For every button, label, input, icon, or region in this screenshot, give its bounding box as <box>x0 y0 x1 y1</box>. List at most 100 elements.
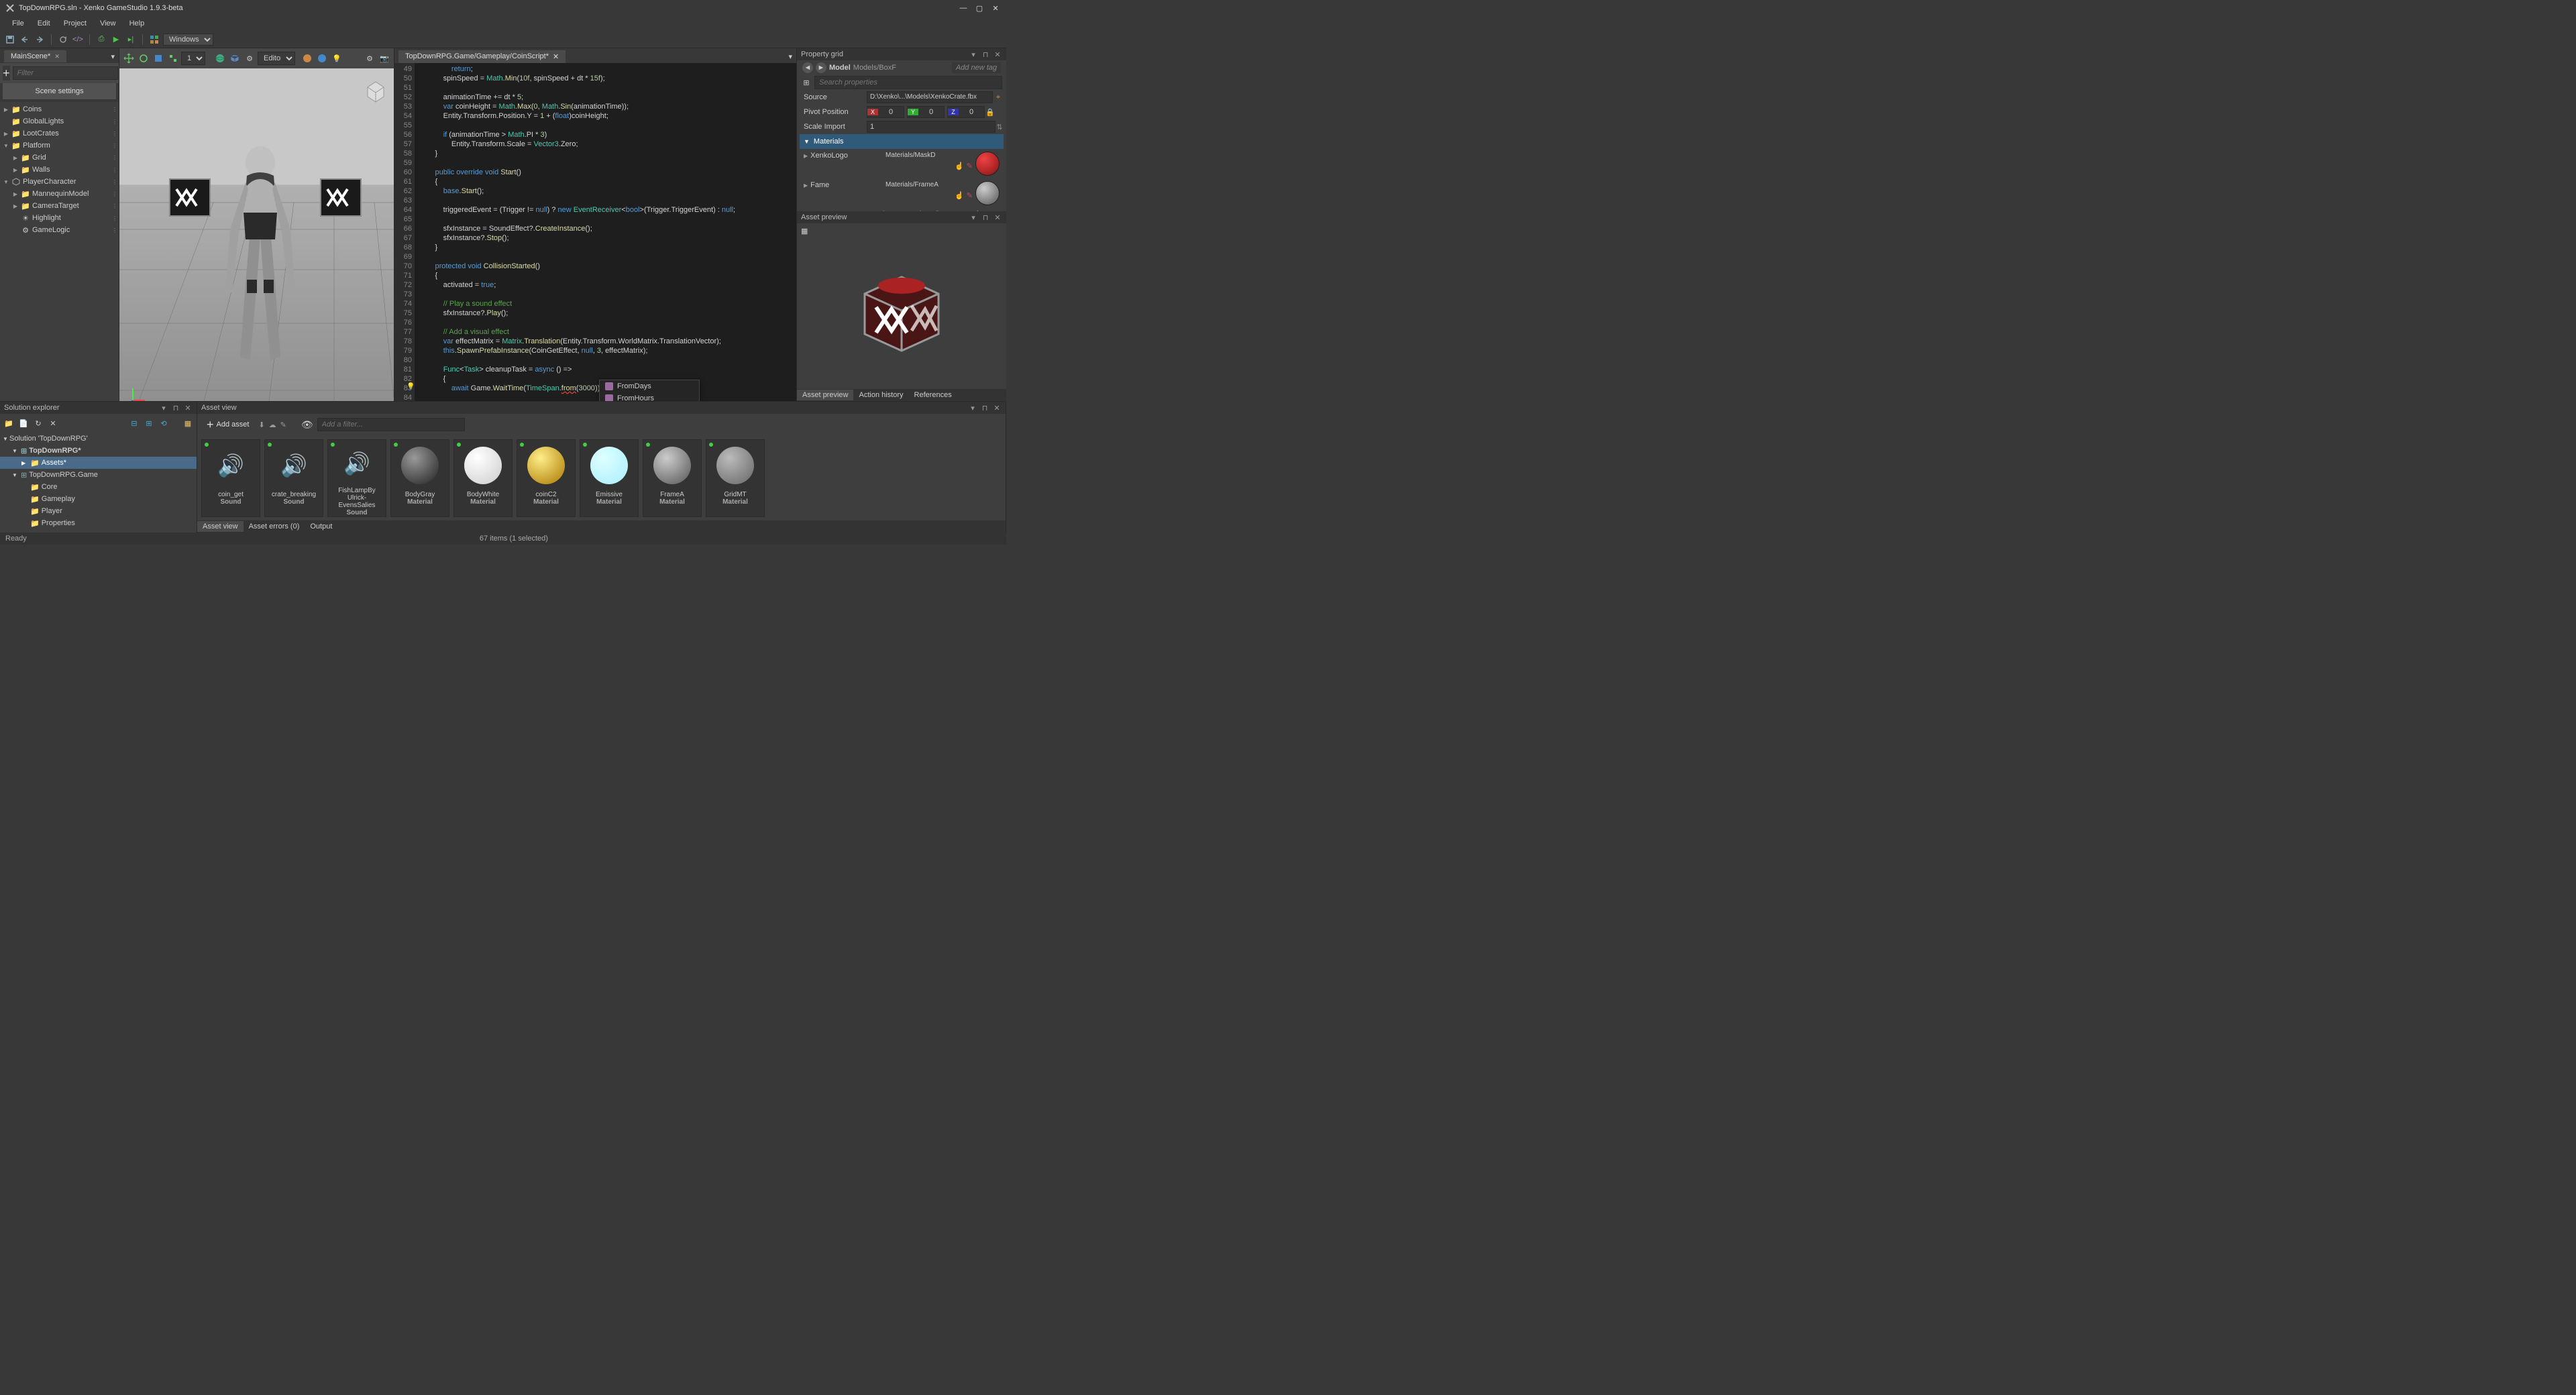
material-name[interactable]: ▶XenkoLogo <box>804 152 883 160</box>
pin-icon[interactable]: ⊓ <box>981 213 990 222</box>
render-icon[interactable] <box>301 52 314 65</box>
nav-back-icon[interactable]: ◄ <box>802 62 813 73</box>
hand-icon[interactable]: ☝ <box>955 162 964 170</box>
code-icon[interactable]: </> <box>72 34 84 46</box>
move-tool-icon[interactable] <box>122 52 136 65</box>
pivot-z-input[interactable] <box>959 106 984 118</box>
asset-item[interactable]: EmissiveMaterial <box>580 439 639 517</box>
eye-icon[interactable]: 👁 <box>301 419 313 431</box>
tab-asset-view[interactable]: Asset view <box>197 521 244 532</box>
solution-tree-item[interactable]: 📁Properties <box>0 517 197 529</box>
materials-section-header[interactable]: ▼ Materials <box>800 134 1004 149</box>
solution-tree-item[interactable]: ▶📁Assets* <box>0 457 197 469</box>
solution-tree-item[interactable]: ▼⊞TopDownRPG.Game <box>0 469 197 481</box>
close-icon[interactable]: ✕ <box>993 213 1002 222</box>
hand-icon[interactable]: ☝ <box>955 191 964 200</box>
scene-tree-item[interactable]: ⚙GameLogic⋮ <box>0 224 119 236</box>
material-value-field[interactable]: Materials/FrameA <box>885 181 973 188</box>
scene-tree-item[interactable]: ▼PlayerCharacter⋮ <box>0 176 119 188</box>
edit-icon[interactable]: ✎ <box>280 421 286 429</box>
menu-project[interactable]: Project <box>57 18 93 29</box>
scene-settings-button[interactable]: Scene settings <box>3 83 116 99</box>
tab-references[interactable]: References <box>909 390 957 400</box>
tab-asset-errors[interactable]: Asset errors (0) <box>244 521 305 532</box>
view-icon[interactable]: ▦ <box>182 417 194 429</box>
save-icon[interactable] <box>4 34 16 46</box>
add-tag-button[interactable]: Add new tag <box>952 62 1001 73</box>
asset-item[interactable]: BodyWhiteMaterial <box>453 439 513 517</box>
nav-fwd-icon[interactable]: ► <box>816 62 826 73</box>
pin-icon[interactable]: ⊓ <box>980 403 989 412</box>
source-field[interactable]: D:\Xenko\...\Models\XenkoCrate.fbx <box>867 91 993 103</box>
refresh-icon[interactable]: ↻ <box>32 417 44 429</box>
solution-tree-item[interactable]: 📁Core <box>0 481 197 493</box>
panel-menu-icon[interactable]: ▾ <box>969 213 978 222</box>
scene-tree-item[interactable]: ▶📁Grid⋮ <box>0 152 119 164</box>
scene-tree-item[interactable]: ▶📁MannequinModel⋮ <box>0 188 119 200</box>
step-icon[interactable]: ▸| <box>125 34 137 46</box>
prop-search-input[interactable] <box>814 76 1002 89</box>
material-name[interactable]: ▶Fame <box>804 181 883 189</box>
close-icon[interactable]: ✕ <box>183 403 193 412</box>
play-icon[interactable]: ▶ <box>110 34 122 46</box>
light-icon[interactable]: 💡 <box>330 52 343 65</box>
panel-menu-icon[interactable]: ▾ <box>969 50 978 59</box>
snap-icon[interactable] <box>166 52 180 65</box>
scene-tree-item[interactable]: 📁GlobalLights⋮ <box>0 115 119 127</box>
asset-item[interactable]: 🔊coin_getSound <box>201 439 260 517</box>
asset-item[interactable]: 🔊FishLampByUlrick-EvensSaliesSound <box>327 439 386 517</box>
scene-tree-item[interactable]: ▶📁CameraTarget⋮ <box>0 200 119 212</box>
asset-item[interactable]: 🔊crate_breakingSound <box>264 439 323 517</box>
maximize-button[interactable]: ▢ <box>974 3 985 13</box>
platform-select[interactable]: Windows <box>163 34 213 46</box>
code-editor[interactable]: 49 50 51 52 53 54 55 56 57 58 59 60 61 6… <box>394 63 796 401</box>
scene-filter-input[interactable] <box>13 66 118 80</box>
asset-item[interactable]: coinC2Material <box>517 439 576 517</box>
menu-file[interactable]: File <box>5 18 31 29</box>
lightbulb-icon[interactable]: 💡 <box>407 382 415 392</box>
viewport-mode-select[interactable]: Editor <box>258 52 295 65</box>
solution-tree-item[interactable]: ▼⊞TopDownRPG* <box>0 445 197 457</box>
panel-menu-icon[interactable]: ▾ <box>111 52 115 61</box>
3d-viewport[interactable] <box>119 68 394 401</box>
panel-menu-icon[interactable]: ▾ <box>159 403 168 412</box>
sync-icon[interactable]: ⟲ <box>158 417 170 429</box>
redo-icon[interactable] <box>34 34 46 46</box>
menu-help[interactable]: Help <box>123 18 152 29</box>
solution-root[interactable]: ▼ Solution 'TopDownRPG' <box>0 433 197 445</box>
panel-menu-icon[interactable]: ▾ <box>788 52 792 61</box>
import-icon[interactable]: ⬇ <box>258 421 264 429</box>
menu-view[interactable]: View <box>93 18 123 29</box>
settings-icon[interactable]: ⚙ <box>363 52 376 65</box>
scene-tree-item[interactable]: ▶📁LootCrates⋮ <box>0 127 119 140</box>
browse-icon[interactable]: ⌖ <box>993 93 1004 102</box>
filter-icon[interactable]: ⊞ <box>801 78 812 87</box>
pin-icon[interactable]: ⊓ <box>171 403 180 412</box>
asset-item[interactable]: FrameAMaterial <box>643 439 702 517</box>
pivot-x-input[interactable] <box>878 106 904 118</box>
new-file-icon[interactable]: 📄 <box>17 417 30 429</box>
new-folder-icon[interactable]: 📁 <box>3 417 15 429</box>
tab-asset-preview[interactable]: Asset preview <box>797 390 853 400</box>
minimize-button[interactable]: — <box>958 3 969 13</box>
render2-icon[interactable] <box>315 52 329 65</box>
intellisense-popup[interactable]: FromDaysFromHoursFromMillisecondsFromMin… <box>599 380 700 401</box>
scale-import-input[interactable] <box>867 121 996 133</box>
asset-item[interactable]: BodyGrayMaterial <box>390 439 449 517</box>
camera-count-select[interactable]: 1 <box>181 52 205 65</box>
globe-icon[interactable] <box>213 52 227 65</box>
category-icon[interactable]: ☁ <box>269 421 276 429</box>
intellisense-item[interactable]: FromHours <box>600 392 699 401</box>
gear-icon[interactable]: ⚙ <box>243 52 256 65</box>
panel-menu-icon[interactable]: ▾ <box>968 403 977 412</box>
edit-icon[interactable]: ✎ <box>967 191 973 200</box>
preview-type-icon[interactable]: ▦ <box>801 227 808 235</box>
add-entity-button[interactable]: + <box>3 66 10 80</box>
close-icon[interactable]: ✕ <box>54 53 60 60</box>
scene-tree-item[interactable]: ▶📁Coins⋮ <box>0 103 119 115</box>
reload-icon[interactable] <box>57 34 69 46</box>
solution-tree-item[interactable]: 📁Player <box>0 505 197 517</box>
code-tab[interactable]: TopDownRPG.Game/Gameplay/CoinScript* ✕ <box>398 50 566 63</box>
asset-preview-viewport[interactable] <box>797 238 1006 389</box>
close-icon[interactable]: ✕ <box>553 52 559 61</box>
